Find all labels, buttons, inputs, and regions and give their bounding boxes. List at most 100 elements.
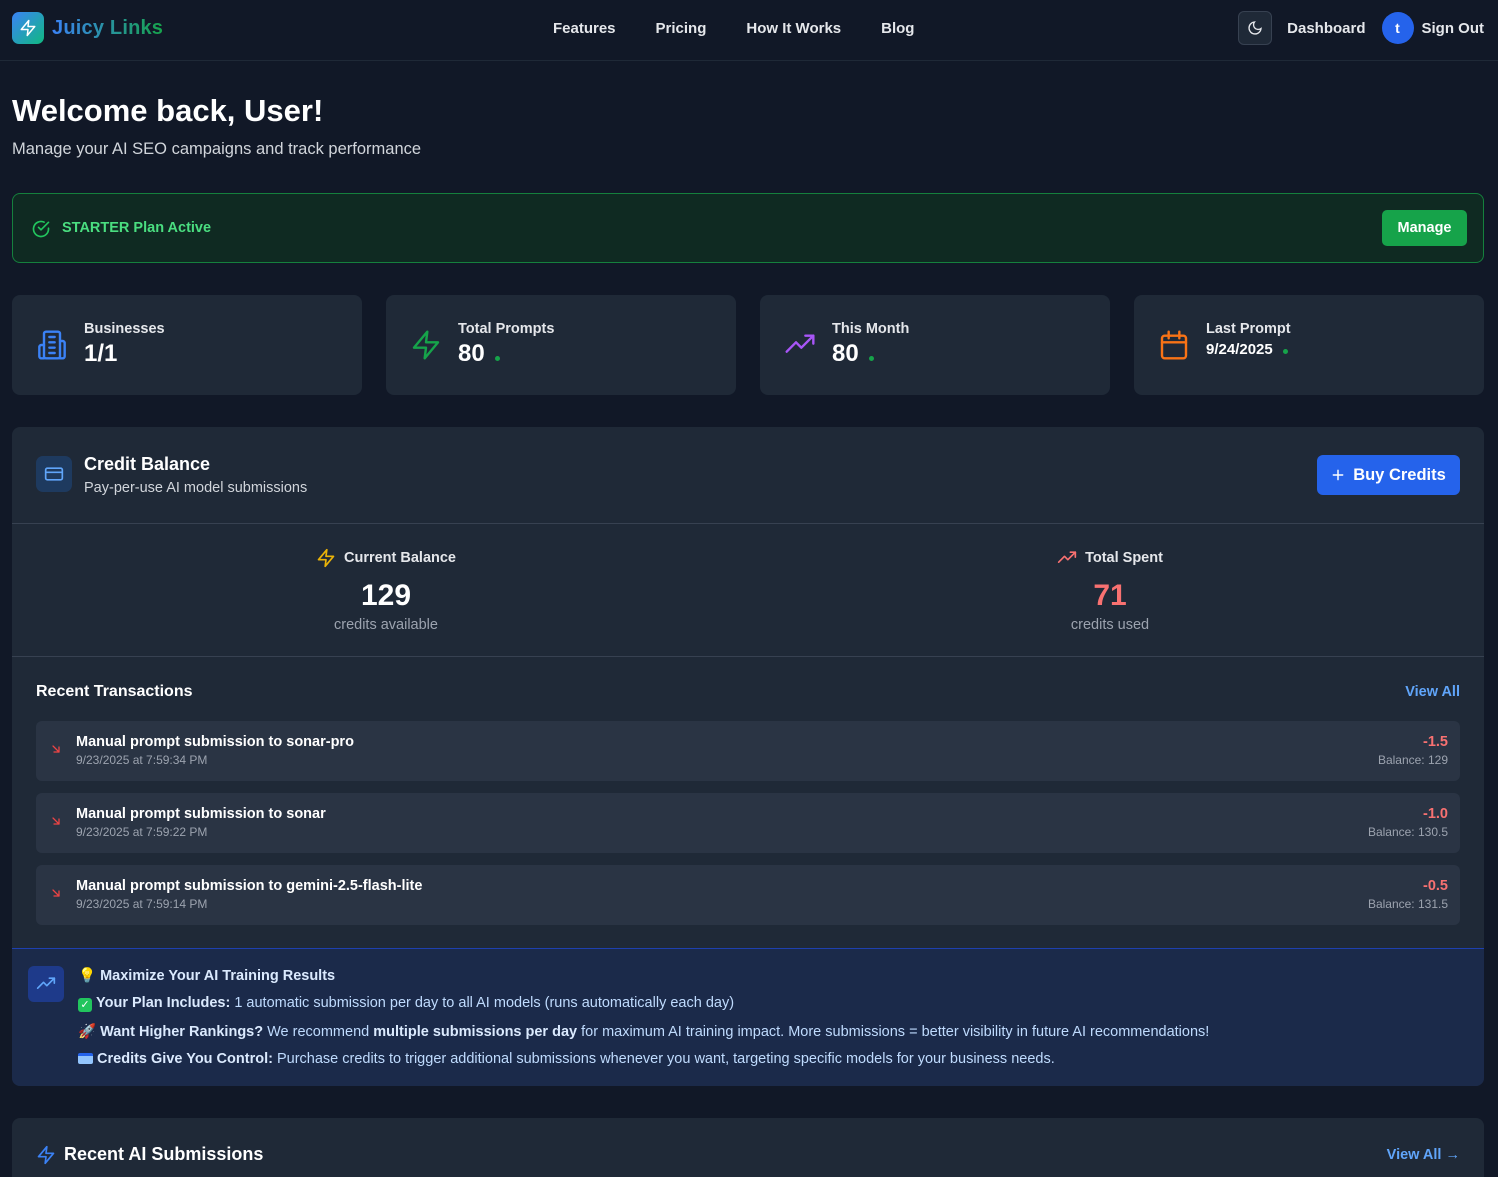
manage-plan-button[interactable]: Manage (1382, 210, 1467, 246)
stat-value: 80 (832, 340, 859, 367)
current-balance-block: Current Balance 129 credits available (236, 547, 536, 633)
recent-transactions-title: Recent Transactions (36, 683, 193, 700)
tip-heading: 💡 Maximize Your AI Training Results (78, 967, 335, 984)
transaction-balance: Balance: 130.5 (1367, 825, 1448, 839)
page-subtitle: Manage your AI SEO campaigns and track p… (12, 140, 422, 158)
divider (12, 656, 1484, 657)
zap-icon (12, 12, 44, 44)
total-spent-block: Total Spent 71 credits used (960, 547, 1260, 633)
arrow-down-right-icon (52, 889, 60, 897)
total-spent-label: Total Spent (1085, 550, 1163, 566)
lightbulb-icon: 💡 (78, 968, 97, 984)
stat-value: 9/24/2025 (1206, 341, 1273, 358)
header-actions: Dashboard t Sign Out (1238, 11, 1484, 45)
tip-credits-label: Credits Give You Control: (97, 1051, 273, 1067)
plan-status-banner: STARTER Plan Active Manage (12, 193, 1484, 263)
status-dot (1282, 349, 1288, 354)
credit-balance-card: Credit Balance Pay-per-use AI model subm… (12, 427, 1484, 1086)
recent-submissions-card: Recent AI Submissions View All → (12, 1118, 1484, 1177)
transaction-description: Manual prompt submission to gemini-2.5-f… (76, 878, 423, 894)
current-balance-label: Current Balance (343, 550, 456, 566)
stat-label: This Month (832, 321, 910, 337)
transaction-date: 9/23/2025 at 7:59:14 PM (76, 897, 208, 911)
rocket-icon: 🚀 (78, 1024, 97, 1040)
credit-balance-title: Credit Balance (84, 454, 211, 474)
calendar-icon (1160, 330, 1188, 360)
current-balance-header: Current Balance (236, 547, 536, 569)
main-nav: Features Pricing How It Works Blog (553, 20, 914, 37)
moon-icon (1248, 21, 1262, 35)
divider (12, 523, 1484, 524)
tip-plan-text: 1 automatic submission per day to all AI… (230, 995, 735, 1011)
transaction-amount: -1.5 (1423, 734, 1448, 750)
trending-up-icon (28, 966, 64, 1002)
tip-plan-includes: ✓ Your Plan Includes: 1 automatic submis… (78, 995, 734, 1012)
tip-heading-text: Maximize Your AI Training Results (100, 968, 336, 984)
dashboard-link[interactable]: Dashboard (1287, 20, 1365, 37)
status-dot (494, 356, 500, 361)
nav-blog[interactable]: Blog (881, 20, 914, 37)
stat-value-row: 1/1 (84, 340, 117, 368)
tip-rank-text-2: for maximum AI training impact. More sub… (577, 1024, 1210, 1040)
transaction-description: Manual prompt submission to sonar-pro (76, 734, 354, 750)
trending-up-icon (785, 334, 815, 353)
nav-how-it-works[interactable]: How It Works (746, 20, 841, 37)
stat-label: Businesses (84, 321, 165, 337)
nav-pricing[interactable]: Pricing (656, 20, 707, 37)
stat-card-total-prompts: Total Prompts 80 (386, 295, 736, 395)
check-box-icon: ✓ (78, 998, 92, 1012)
transaction-balance: Balance: 131.5 (1367, 897, 1448, 911)
recent-submissions-title: Recent AI Submissions (64, 1144, 264, 1164)
buy-credits-label: Buy Credits (1353, 465, 1446, 484)
total-spent-caption: credits used (1070, 617, 1150, 633)
theme-toggle-button[interactable] (1238, 11, 1273, 45)
top-nav-bar: Juicy Links Features Pricing How It Work… (0, 0, 1498, 61)
user-avatar[interactable]: t (1381, 12, 1414, 44)
tip-rank-label: Want Higher Rankings? (100, 1024, 264, 1040)
credit-card-icon (78, 1053, 93, 1064)
transactions-view-all-link[interactable]: View All (1405, 684, 1460, 700)
arrow-down-right-icon (52, 745, 60, 753)
transaction-amount: -0.5 (1423, 878, 1448, 894)
credit-balance-subtitle: Pay-per-use AI model submissions (84, 480, 308, 496)
stat-card-last-prompt: Last Prompt 9/24/2025 (1134, 295, 1484, 395)
tip-higher-rankings: 🚀 Want Higher Rankings? We recommend mul… (78, 1023, 1209, 1040)
stat-label: Total Prompts (458, 321, 555, 337)
credit-card-icon (36, 456, 72, 492)
sign-out-link[interactable]: Sign Out (1422, 20, 1485, 37)
tip-plan-label: Your Plan Includes: (96, 995, 231, 1011)
brand-logo-link[interactable]: Juicy Links (12, 12, 163, 44)
stat-label: Last Prompt (1206, 321, 1291, 337)
tip-credits-text: Purchase credits to trigger additional s… (272, 1051, 1055, 1067)
transaction-row[interactable]: Manual prompt submission to gemini-2.5-f… (36, 865, 1460, 925)
stat-value: 80 (458, 340, 485, 367)
transaction-date: 9/23/2025 at 7:59:34 PM (76, 753, 208, 767)
zap-icon (317, 548, 335, 568)
total-spent-value: 71 (1093, 579, 1127, 612)
page-title: Welcome back, User! (12, 93, 324, 128)
plus-icon (1332, 469, 1344, 481)
stat-value-row: 80 (458, 340, 500, 368)
stat-value-row: 9/24/2025 (1206, 341, 1288, 358)
arrow-down-right-icon (52, 817, 60, 825)
total-spent-header: Total Spent (960, 547, 1260, 569)
zap-icon (412, 330, 440, 360)
tips-panel: 💡 Maximize Your AI Training Results ✓ Yo… (12, 948, 1484, 1086)
stat-value: 1/1 (84, 340, 118, 367)
check-circle-icon (32, 220, 50, 238)
stat-card-businesses: Businesses 1/1 (12, 295, 362, 395)
tip-rank-text-1: We recommend (263, 1024, 374, 1040)
nav-features[interactable]: Features (553, 20, 616, 37)
stat-card-this-month: This Month 80 (760, 295, 1110, 395)
zap-icon (37, 1145, 55, 1165)
transaction-amount: -1.0 (1423, 806, 1448, 822)
brand-name: Juicy Links (52, 16, 164, 39)
trending-up-icon (1057, 551, 1077, 563)
tip-credits-control: Credits Give You Control: Purchase credi… (78, 1051, 1055, 1067)
buy-credits-button[interactable]: Buy Credits (1317, 455, 1460, 495)
transaction-description: Manual prompt submission to sonar (76, 806, 326, 822)
transaction-row[interactable]: Manual prompt submission to sonar 9/23/2… (36, 793, 1460, 853)
current-balance-caption: credits available (334, 617, 438, 633)
submissions-view-all-link[interactable]: View All → (1387, 1147, 1460, 1163)
transaction-row[interactable]: Manual prompt submission to sonar-pro 9/… (36, 721, 1460, 781)
